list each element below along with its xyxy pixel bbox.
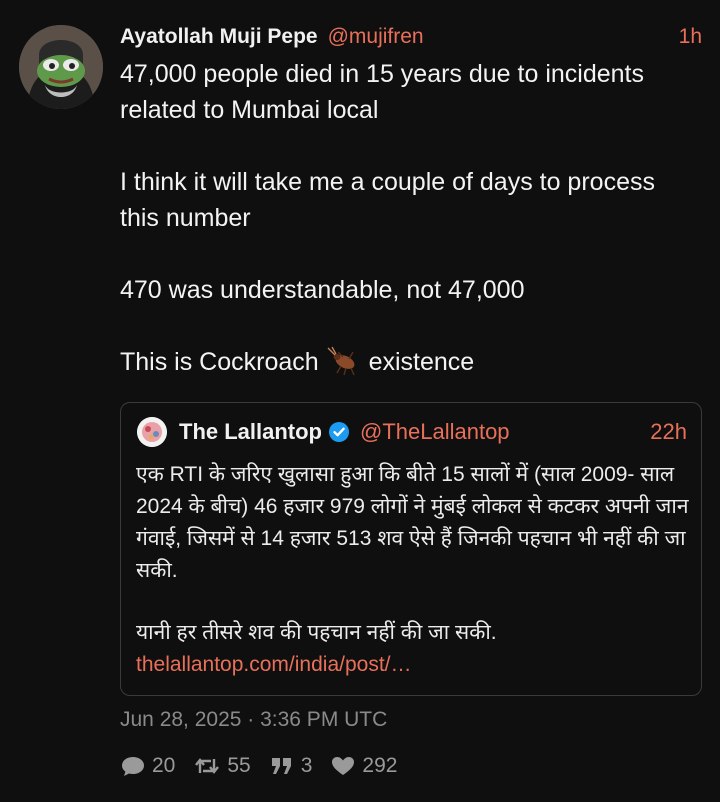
tweet-text: 47,000 people died in 15 years due to in… — [120, 56, 680, 380]
quoted-paragraph: यानी हर तीसरे शव की पहचान नहीं की जा सकी… — [136, 617, 692, 681]
quoted-link[interactable]: thelallantop.com/india/post/… — [136, 649, 692, 681]
display-name[interactable]: Ayatollah Muji Pepe — [120, 25, 318, 49]
tweet: Ayatollah Muji Pepe @mujifren 1h 47,000 … — [0, 0, 720, 802]
tweet-paragraph: 470 was understandable, not 47,000 — [120, 276, 525, 304]
tweet-date: Jun 28, 2025 · 3:36 PM UTC — [120, 708, 388, 731]
quoted-display-name[interactable]: The Lallantop — [179, 419, 322, 445]
comment-icon — [122, 757, 144, 776]
avatar[interactable] — [19, 25, 103, 109]
retweet-count: 55 — [227, 754, 251, 777]
tweet-last-line-start: This is Cockroach — [120, 348, 319, 376]
quote-button[interactable]: 3 — [269, 754, 313, 778]
quoted-paragraph: एक RTI के जरिए खुलासा हुआ कि बीते 15 साल… — [136, 463, 689, 582]
reply-button[interactable]: 20 — [120, 754, 175, 778]
quoted-time[interactable]: 22h — [650, 419, 687, 445]
tweet-paragraph: 47,000 people died in 15 years due to in… — [120, 60, 644, 124]
quoted-tweet[interactable]: The Lallantop @TheLallantop 22h एक RTI क… — [120, 402, 702, 696]
cockroach-icon — [326, 346, 362, 376]
tweet-last-line-end: existence — [368, 348, 475, 376]
tweet-time[interactable]: 1h — [679, 25, 702, 49]
quoted-tweet-header: The Lallantop @TheLallantop 22h — [137, 415, 687, 449]
quoted-text: एक RTI के जरिए खुलासा हुआ कि बीते 15 साल… — [136, 459, 692, 681]
tweet-paragraph: I think it will take me a couple of days… — [120, 168, 655, 232]
like-button[interactable]: 292 — [330, 754, 397, 778]
retweet-icon — [195, 758, 220, 774]
user-handle[interactable]: @mujifren — [328, 25, 424, 49]
heart-icon — [332, 757, 355, 775]
quoted-paragraph-text: यानी हर तीसरे शव की पहचान नहीं की जा सकी… — [136, 621, 497, 644]
tweet-stats: 20 55 3 292 — [120, 750, 415, 782]
quote-icon — [271, 758, 291, 774]
verified-badge-icon — [329, 422, 349, 442]
retweet-button[interactable]: 55 — [193, 754, 251, 778]
quoted-avatar[interactable] — [137, 417, 167, 447]
tweet-paragraph: This is Cockroach existence — [120, 344, 680, 380]
like-count: 292 — [362, 754, 398, 777]
reply-count: 20 — [152, 754, 176, 777]
tweet-header: Ayatollah Muji Pepe @mujifren 1h — [120, 22, 702, 52]
quote-count: 3 — [300, 754, 313, 777]
quoted-handle[interactable]: @TheLallantop — [360, 419, 510, 445]
